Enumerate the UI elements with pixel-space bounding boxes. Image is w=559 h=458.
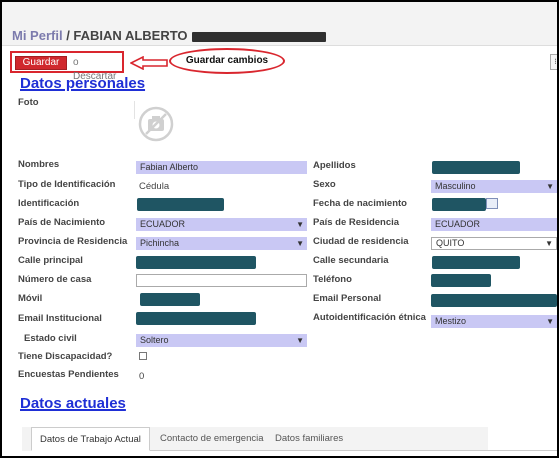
discapacidad-checkbox[interactable] bbox=[139, 352, 147, 360]
pager-icon[interactable]: ⁝ bbox=[550, 54, 557, 70]
breadcrumb-link-mi-perfil[interactable]: Mi Perfil bbox=[12, 28, 63, 43]
email-personal-redacted[interactable] bbox=[431, 294, 557, 307]
autoidentificacion-select[interactable]: Mestizo ▼ bbox=[431, 315, 557, 328]
provincia-residencia-value: Pichincha bbox=[140, 238, 180, 248]
breadcrumb: Mi Perfil / FABIAN ALBERTO bbox=[12, 28, 326, 43]
section-title-personal: Datos personales bbox=[20, 75, 146, 92]
provincia-residencia-select[interactable]: Pichincha ▼ bbox=[136, 237, 307, 250]
identificacion-redacted[interactable] bbox=[137, 198, 224, 211]
movil-redacted[interactable] bbox=[140, 293, 200, 306]
telefono-redacted[interactable] bbox=[431, 274, 491, 287]
save-changes-callout: Guardar cambios bbox=[169, 48, 285, 74]
email-institucional-redacted[interactable] bbox=[136, 312, 256, 325]
label-encuestas-pendientes: Encuestas Pendientes bbox=[18, 369, 119, 380]
nombres-field[interactable]: Fabian Alberto bbox=[136, 161, 307, 174]
label-numero-casa: Número de casa bbox=[18, 274, 92, 285]
label-telefono: Teléfono bbox=[313, 274, 352, 285]
label-pais-nacimiento: País de Nacimiento bbox=[18, 217, 106, 228]
label-autoidentificacion: Autoidentificación étnica bbox=[313, 312, 426, 323]
section-title-current: Datos actuales bbox=[20, 395, 126, 412]
label-provincia-residencia: Provincia de Residencia bbox=[18, 236, 128, 247]
label-tiene-discapacidad: Tiene Discapacidad? bbox=[18, 351, 113, 362]
profile-page: Mi Perfil / FABIAN ALBERTO Guardar o Des… bbox=[2, 2, 557, 456]
pais-nacimiento-value: ECUADOR bbox=[140, 219, 186, 229]
estado-civil-value: Soltero bbox=[140, 335, 169, 345]
save-discard-highlight: Guardar o Descartar bbox=[10, 51, 124, 82]
save-button[interactable]: Guardar bbox=[15, 56, 67, 70]
tab-datos-familiares[interactable]: Datos familiares bbox=[275, 433, 343, 444]
tab-datos-trabajo-actual[interactable]: Datos de Trabajo Actual bbox=[31, 427, 150, 451]
label-email-institucional: Email Institucional bbox=[18, 313, 102, 324]
photo-divider bbox=[134, 101, 135, 119]
pais-nacimiento-select[interactable]: ECUADOR ▼ bbox=[136, 218, 307, 231]
label-tipo-identificacion: Tipo de Identificación bbox=[18, 179, 116, 190]
label-foto: Foto bbox=[18, 97, 39, 108]
apellidos-redacted[interactable] bbox=[432, 161, 520, 174]
caret-down-icon: ▼ bbox=[546, 182, 554, 191]
caret-down-icon: ▼ bbox=[296, 239, 304, 248]
numero-casa-input[interactable] bbox=[136, 274, 307, 287]
tab-underline bbox=[148, 450, 557, 451]
estado-civil-select[interactable]: Soltero ▼ bbox=[136, 334, 307, 347]
label-ciudad-residencia: Ciudad de residencia bbox=[313, 236, 409, 247]
label-email-personal: Email Personal bbox=[313, 293, 382, 304]
calle-secundaria-redacted[interactable] bbox=[432, 256, 520, 269]
autoidentificacion-value: Mestizo bbox=[435, 316, 467, 326]
label-pais-residencia: País de Residencia bbox=[313, 217, 400, 228]
calle-principal-redacted[interactable] bbox=[136, 256, 256, 269]
label-calle-secundaria: Calle secundaria bbox=[313, 255, 389, 266]
label-identificacion: Identificación bbox=[18, 198, 80, 209]
encuestas-pendientes-value: 0 bbox=[139, 371, 145, 382]
arrow-left-icon bbox=[130, 56, 168, 70]
sexo-value: Masculino bbox=[435, 181, 476, 191]
sexo-select[interactable]: Masculino ▼ bbox=[431, 180, 557, 193]
tab-contacto-emergencia[interactable]: Contacto de emergencia bbox=[160, 433, 264, 444]
label-apellidos: Apellidos bbox=[313, 160, 356, 171]
caret-down-icon: ▼ bbox=[296, 336, 304, 345]
caret-down-icon: ▼ bbox=[546, 317, 554, 326]
fecha-nacimiento-redacted[interactable] bbox=[432, 198, 486, 211]
header-bar: Mi Perfil / FABIAN ALBERTO bbox=[2, 2, 557, 46]
label-sexo: Sexo bbox=[313, 179, 336, 190]
label-estado-civil: Estado civil bbox=[24, 333, 77, 344]
ciudad-residencia-value: QUITO bbox=[436, 238, 465, 248]
tipo-identificacion-value: Cédula bbox=[139, 181, 170, 192]
label-movil: Móvil bbox=[18, 293, 43, 304]
camera-off-icon[interactable] bbox=[138, 106, 174, 142]
calendar-icon[interactable] bbox=[486, 198, 498, 209]
label-calle-principal: Calle principal bbox=[18, 255, 83, 266]
breadcrumb-separator: / bbox=[62, 28, 74, 43]
pais-residencia-field[interactable]: ECUADOR bbox=[431, 218, 557, 231]
ciudad-residencia-select[interactable]: QUITO ▼ bbox=[431, 237, 557, 250]
breadcrumb-current: FABIAN ALBERTO bbox=[73, 28, 188, 43]
redacted-surname bbox=[191, 31, 326, 42]
caret-down-icon: ▼ bbox=[545, 239, 553, 248]
label-nombres: Nombres bbox=[18, 159, 60, 170]
label-fecha-nacimiento: Fecha de nacimiento bbox=[313, 198, 407, 209]
caret-down-icon: ▼ bbox=[296, 220, 304, 229]
